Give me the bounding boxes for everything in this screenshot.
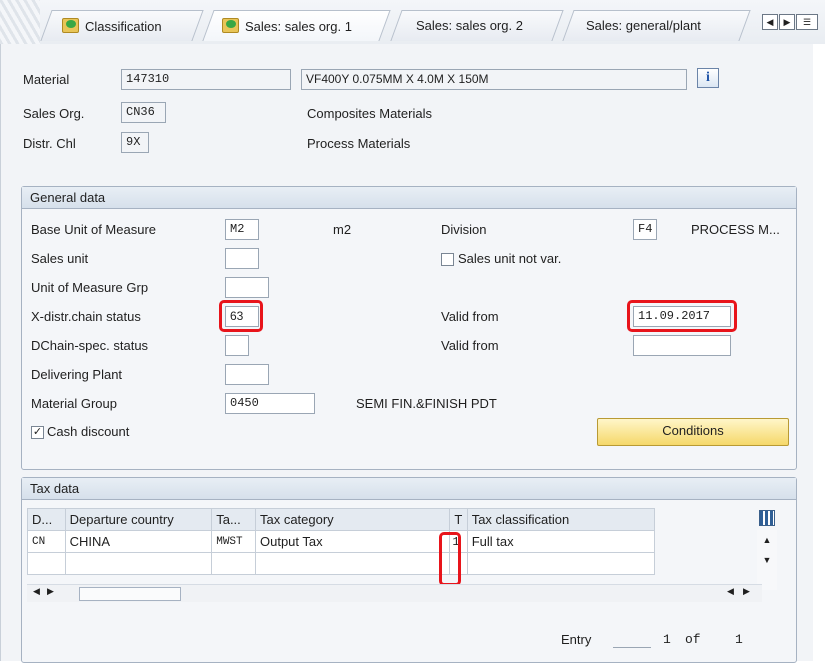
scroll-right-icon[interactable]: ▶ <box>779 14 795 30</box>
material-field[interactable]: 147310 <box>121 69 291 90</box>
highlight-xdistr <box>219 300 263 332</box>
valid-from-label: Valid from <box>441 309 499 324</box>
tab-strip-edge <box>0 0 40 44</box>
entry-of: of <box>685 632 701 647</box>
cash-discount-label: Cash discount <box>47 424 130 439</box>
conditions-button[interactable]: Conditions <box>597 418 789 446</box>
distr-chl-field[interactable]: 9X <box>121 132 149 153</box>
division-field[interactable]: F4 <box>633 219 657 240</box>
table-row[interactable] <box>27 552 656 575</box>
base-uom-label: Base Unit of Measure <box>31 222 157 237</box>
scroll-down-icon[interactable]: ▼ <box>757 550 777 570</box>
cell-tax-category <box>254 552 451 575</box>
cell-tax-type: MWST <box>211 530 256 553</box>
uom-grp-field[interactable] <box>225 277 269 298</box>
tax-table-header: D... Departure country Ta... Tax categor… <box>27 508 656 531</box>
base-uom-field[interactable]: M2 <box>225 219 259 240</box>
uom-grp-label: Unit of Measure Grp <box>31 280 149 295</box>
material-description-field[interactable]: VF400Y 0.075MM X 4.0M X 150M <box>301 69 687 90</box>
table-row[interactable]: CN CHINA MWST Output Tax 1 Full tax <box>27 530 656 553</box>
entry-underline <box>613 647 651 648</box>
general-data-title: General data <box>22 187 796 209</box>
valid-from-2-label: Valid from <box>441 338 499 353</box>
status-ok-icon <box>222 18 239 33</box>
tab-sales-org-1-text: Sales: sales org. 1 <box>245 19 352 34</box>
vertical-scrollbar[interactable]: ▲ ▼ <box>757 530 777 590</box>
col-departure-code[interactable]: D... <box>27 508 66 531</box>
scroll-left-icon[interactable]: ◀ <box>33 586 40 597</box>
division-text: PROCESS M... <box>691 222 780 237</box>
scroll-up-icon[interactable]: ▲ <box>757 530 777 550</box>
entry-current[interactable]: 1 <box>663 632 671 647</box>
cell-tax-type <box>211 552 256 575</box>
col-tax-category[interactable]: Tax category <box>254 508 451 531</box>
dchain-status-field[interactable] <box>225 335 249 356</box>
entry-total: 1 <box>735 632 743 647</box>
material-group-field[interactable]: 0450 <box>225 393 315 414</box>
scroll-left-end-icon[interactable]: ◀ <box>727 586 734 597</box>
tab-classification-label[interactable]: Classification <box>62 18 162 34</box>
cash-discount-checkbox[interactable]: ✓ <box>31 426 44 439</box>
cell-departure-country: CHINA <box>64 530 213 553</box>
tax-data-title: Tax data <box>22 478 796 500</box>
scroll-thumb[interactable] <box>79 587 181 601</box>
sales-unit-label: Sales unit <box>31 251 89 266</box>
sales-unit-not-var-label: Sales unit not var. <box>458 251 562 266</box>
distr-chl-description: Process Materials <box>307 136 411 151</box>
sales-org-field[interactable]: CN36 <box>121 102 166 123</box>
material-group-text: SEMI FIN.&FINISH PDT <box>356 396 497 411</box>
status-ok-icon <box>62 18 79 33</box>
tab-classification-text: Classification <box>85 19 162 34</box>
distr-chl-label: Distr. Chl <box>23 136 76 151</box>
valid-from-2-field[interactable] <box>633 335 731 356</box>
tab-sales-org-1-label[interactable]: Sales: sales org. 1 <box>222 18 352 34</box>
tab-strip: Classification Sales: sales org. 1 Sales… <box>0 0 825 44</box>
division-label: Division <box>441 222 487 237</box>
scroll-right-end-icon[interactable]: ▶ <box>743 586 750 597</box>
tab-sales-org-2-label[interactable]: Sales: sales org. 2 <box>416 18 523 33</box>
col-tax-classification[interactable]: Tax classification <box>466 508 656 531</box>
sales-org-label: Sales Org. <box>23 106 85 121</box>
xdistr-status-label: X-distr.chain status <box>31 309 141 324</box>
col-tax-type[interactable]: Ta... <box>211 508 256 531</box>
cell-tax-classification: Full tax <box>466 530 656 553</box>
col-departure-country[interactable]: Departure country <box>64 508 213 531</box>
sales-unit-field[interactable] <box>225 248 259 269</box>
table-settings-icon[interactable] <box>759 510 775 526</box>
material-group-label: Material Group <box>31 396 117 411</box>
delivering-plant-label: Delivering Plant <box>31 367 123 382</box>
cell-departure-code <box>27 552 66 575</box>
tab-list-icon[interactable]: ☰ <box>796 14 818 30</box>
scroll-right-icon[interactable]: ▶ <box>47 586 54 597</box>
delivering-plant-field[interactable] <box>225 364 269 385</box>
horizontal-scrollbar[interactable]: ◀ ▶ ◀ ▶ <box>27 584 762 602</box>
col-t[interactable]: T <box>449 508 468 531</box>
main-content: Material 147310 VF400Y 0.075MM X 4.0M X … <box>0 44 813 663</box>
cell-departure-country <box>64 552 213 575</box>
scroll-left-icon[interactable]: ◀ <box>762 14 778 30</box>
highlight-valid-from <box>627 300 737 332</box>
material-label: Material <box>23 72 70 87</box>
base-uom-text: m2 <box>333 222 352 237</box>
info-icon[interactable]: i <box>697 68 719 88</box>
entry-label: Entry <box>561 632 592 647</box>
highlight-tax-class <box>439 532 461 586</box>
cell-tax-category: Output Tax <box>254 530 451 553</box>
cell-tax-classification <box>466 552 656 575</box>
tax-table: D... Departure country Ta... Tax categor… <box>27 508 656 575</box>
cell-departure-code: CN <box>27 530 66 553</box>
dchain-status-label: DChain-spec. status <box>31 338 149 353</box>
sales-org-description: Composites Materials <box>307 106 432 121</box>
sales-unit-not-var-checkbox[interactable] <box>441 253 454 266</box>
tab-sales-general-plant-label[interactable]: Sales: general/plant <box>586 18 701 33</box>
